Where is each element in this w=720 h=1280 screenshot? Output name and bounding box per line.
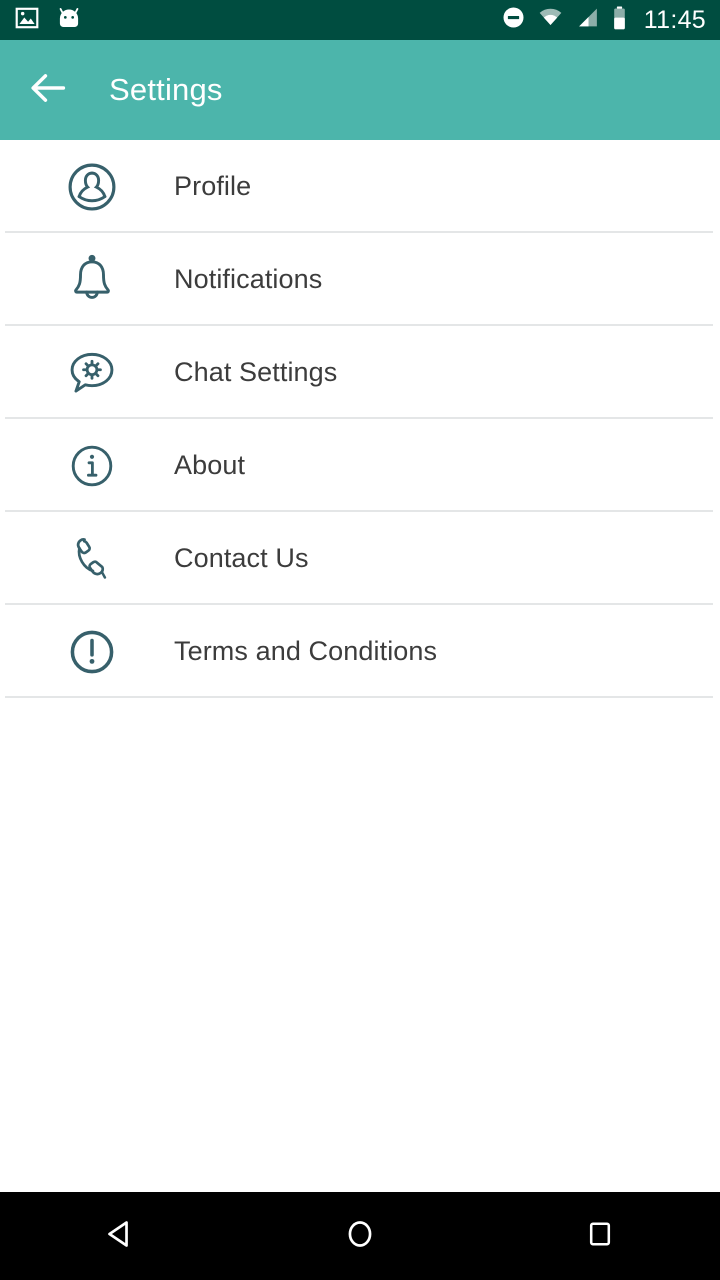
android-bugdroid-icon — [56, 5, 82, 36]
nav-recents-square-icon — [584, 1218, 616, 1255]
status-bar: 11:45 — [0, 0, 720, 40]
settings-item-label: Contact Us — [174, 543, 309, 573]
settings-item-notifications[interactable]: Notifications — [0, 233, 720, 326]
settings-item-label: Chat Settings — [174, 357, 338, 387]
app-bar: Settings — [0, 40, 720, 140]
settings-item-about[interactable]: About — [0, 419, 720, 512]
status-bar-system-icons: 11:45 — [501, 5, 706, 36]
nav-home-circle-icon — [343, 1217, 377, 1256]
settings-list: Profile Notifications Chat Settings Abou… — [0, 140, 720, 698]
android-navigation-bar — [0, 1192, 720, 1280]
info-circle-icon — [60, 434, 124, 498]
phone-screen: 11:45 Settings Profile Notifications Cha… — [0, 0, 720, 1280]
settings-item-contact-us[interactable]: Contact Us — [0, 512, 720, 605]
back-button[interactable] — [16, 58, 80, 122]
do-not-disturb-icon — [501, 5, 526, 35]
settings-item-label: Profile — [174, 171, 252, 201]
bell-icon — [60, 248, 124, 312]
status-bar-clock: 11:45 — [643, 5, 706, 34]
settings-item-profile[interactable]: Profile — [0, 140, 720, 233]
phone-handset-icon — [60, 527, 124, 591]
page-title: Settings — [109, 72, 223, 107]
profile-person-circle-icon — [60, 155, 124, 219]
settings-item-terms-and-conditions[interactable]: Terms and Conditions — [0, 605, 720, 698]
nav-back-triangle-icon — [103, 1217, 137, 1256]
exclamation-circle-icon — [60, 620, 124, 684]
settings-item-chat-settings[interactable]: Chat Settings — [0, 326, 720, 419]
nav-home-button[interactable] — [305, 1192, 415, 1280]
settings-item-label: Notifications — [174, 264, 323, 294]
status-bar-notification-icons — [14, 5, 82, 36]
nav-back-button[interactable] — [65, 1192, 175, 1280]
chat-bubble-gear-icon — [60, 341, 124, 405]
photo-image-icon — [14, 5, 40, 36]
list-divider — [5, 696, 713, 698]
settings-item-label: About — [174, 450, 246, 480]
nav-recents-button[interactable] — [545, 1192, 655, 1280]
arrow-left-icon — [26, 66, 70, 115]
cellular-signal-icon — [575, 5, 600, 35]
settings-item-label: Terms and Conditions — [174, 636, 438, 666]
wifi-icon — [537, 5, 564, 35]
battery-icon — [611, 5, 628, 36]
